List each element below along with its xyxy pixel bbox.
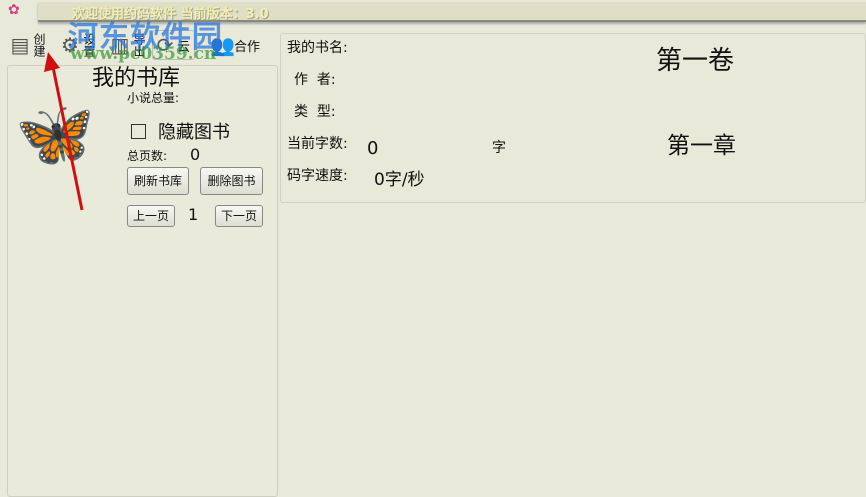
volume-title: 第一卷: [656, 46, 735, 76]
next-page-button[interactable]: 下一页: [215, 205, 263, 227]
delete-book-button[interactable]: 删除图书: [200, 167, 263, 195]
book-name-label: 我的书名:: [287, 40, 348, 56]
chapter-title: 第一章: [667, 133, 736, 159]
page-number: 1: [188, 205, 199, 224]
watermark-url: www.pc0359.cn: [70, 44, 217, 64]
red-arrow-annotation: [44, 52, 84, 211]
app-icon: ✿: [8, 2, 20, 18]
word-count-value: 0: [367, 138, 379, 159]
book-info-panel: [280, 33, 866, 203]
speed-value: 0字/秒: [374, 170, 425, 190]
word-count-label: 当前字数:: [287, 136, 348, 152]
book-icon: ▤: [10, 33, 30, 57]
refresh-library-button[interactable]: 刷新书库: [127, 167, 189, 195]
word-unit: 字: [492, 140, 506, 156]
total-pages-label: 总页数:: [127, 149, 168, 163]
novel-total-label: 小说总量:: [127, 91, 180, 105]
total-pages-value: 0: [190, 145, 201, 164]
hide-books-checkbox[interactable]: 隐藏图书: [131, 118, 230, 144]
checkbox-box[interactable]: [131, 123, 146, 139]
speed-label: 码字速度:: [287, 168, 348, 184]
library-title: 我的书库: [92, 66, 181, 91]
prev-page-button[interactable]: 上一页: [127, 205, 175, 227]
author-label: 作 者:: [294, 72, 336, 88]
type-label: 类 型:: [294, 104, 336, 120]
